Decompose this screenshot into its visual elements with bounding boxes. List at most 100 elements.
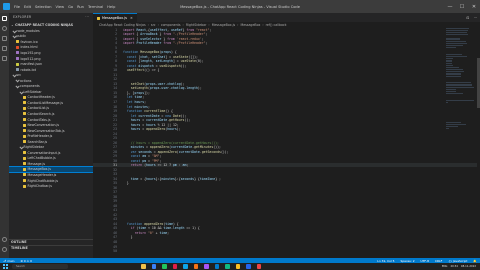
code-line[interactable]: 50 <box>93 249 480 254</box>
minimap-line <box>446 27 469 29</box>
timeline-section[interactable]: TIMELINE <box>9 244 93 251</box>
chevron-icon <box>11 34 16 39</box>
status-encoding[interactable]: UTF-8 <box>421 259 429 263</box>
breadcrumb-item[interactable]: ChatApp React Coding Ninjas <box>99 23 146 27</box>
taskbar-app-icon[interactable] <box>214 264 219 269</box>
minimap-line <box>446 64 453 66</box>
menu-help[interactable]: Help <box>107 5 115 9</box>
explorer-icon[interactable] <box>0 13 9 23</box>
breadcrumb-item[interactable]: MessageBox.js <box>212 23 235 27</box>
search-icon[interactable] <box>0 23 9 33</box>
code-text: } <box>123 235 133 240</box>
tree-file[interactable]: RightChatbar.js <box>9 183 93 189</box>
breadcrumb-separator-icon: › <box>157 22 159 27</box>
menu-terminal[interactable]: Terminal <box>88 5 103 9</box>
minimap-line <box>446 60 452 62</box>
tree-item-label: MessageHeader.js <box>27 172 57 177</box>
menu-selection[interactable]: Selection <box>35 5 52 9</box>
taskbar-app-icon[interactable] <box>183 264 188 269</box>
tab-close-icon[interactable]: × <box>130 16 133 20</box>
breadcrumb-item[interactable]: ref() callback <box>266 23 287 27</box>
line-number: 9 <box>115 63 117 68</box>
tree-item-label: logo512.png <box>20 56 41 61</box>
status-branch[interactable]: ⎇ main <box>3 259 14 263</box>
tree-item-label: node_modules <box>16 28 40 33</box>
menu-edit[interactable]: Edit <box>24 5 31 9</box>
minimap-line <box>446 99 474 101</box>
menu-run[interactable]: Run <box>77 5 84 9</box>
windows-taskbar: Search ENG 20:34 08-11-2022 <box>0 263 480 270</box>
breadcrumb-item[interactable]: RightSidebar <box>186 23 207 27</box>
taskbar-app-icon[interactable] <box>204 264 209 269</box>
windows-start-icon[interactable] <box>3 264 8 269</box>
tab-messagebox[interactable]: MessageBox.js × <box>93 13 137 22</box>
breadcrumb-item[interactable]: MessageBox <box>240 23 260 27</box>
code-text: let minutes; <box>126 104 150 109</box>
explorer-more-icon[interactable]: ··· <box>85 15 89 19</box>
settings-gear-icon[interactable] <box>0 244 9 254</box>
taskbar-app-icon[interactable] <box>151 264 156 269</box>
code-text: let time; <box>126 95 145 100</box>
status-eol[interactable]: CRLF <box>435 259 442 263</box>
tray-date[interactable]: 08-11-2022 <box>461 265 476 268</box>
line-number: 15 <box>113 90 117 95</box>
breadcrumb-separator-icon: › <box>208 22 210 27</box>
tree-item-label: RightSidebar <box>23 145 45 150</box>
code-editor[interactable]: 1 import React,{useEffect, useRef} from "… <box>93 28 480 258</box>
line-number: 12 <box>113 77 117 82</box>
file-type-icon <box>23 179 26 183</box>
line-number: 7 <box>115 54 117 59</box>
status-indentation[interactable]: Spaces: 2 <box>401 259 415 263</box>
taskbar-app-icon[interactable] <box>256 264 261 269</box>
taskbar-app-icon[interactable] <box>172 264 177 269</box>
explorer-title: EXPLORER <box>13 15 32 19</box>
line-number: 20 <box>113 113 117 118</box>
breadcrumb-item[interactable]: src <box>151 23 156 27</box>
code-text: if (time < 10 && time.length == 1) { <box>130 226 200 231</box>
window-title: MessageBox.js - ChatApp React Coding Nin… <box>180 4 300 9</box>
minimize-button[interactable]: — <box>444 0 456 13</box>
line-number: 4 <box>115 41 117 46</box>
tray-language[interactable]: ENG <box>442 265 448 268</box>
file-type-icon <box>23 151 26 155</box>
menu-go[interactable]: Go <box>68 5 73 9</box>
editor-actions: ⊡ ··· <box>463 13 477 22</box>
taskbar-search[interactable]: Search <box>12 264 68 269</box>
account-icon[interactable] <box>0 234 9 244</box>
line-number: 36 <box>113 185 117 190</box>
minimap-line <box>446 82 471 84</box>
file-type-icon <box>23 101 26 105</box>
line-number: 48 <box>113 239 117 244</box>
menu-file[interactable]: File <box>14 5 20 9</box>
tree-item-label: robots.txt <box>20 67 36 72</box>
taskbar-app-icon[interactable] <box>141 264 146 269</box>
minimap[interactable] <box>446 27 476 258</box>
minimap-line <box>446 125 458 128</box>
extensions-icon[interactable] <box>0 53 9 63</box>
menu-view[interactable]: View <box>56 5 65 9</box>
taskbar-app-icon[interactable] <box>225 264 230 269</box>
tray-time[interactable]: 20:34 <box>450 265 457 268</box>
run-debug-icon[interactable] <box>0 43 9 53</box>
code-text: function MessageBox(props) { <box>123 50 177 55</box>
status-problems[interactable]: ⊗ 0 ⚠ 0 <box>20 259 31 263</box>
taskbar-app-icon[interactable] <box>162 264 167 269</box>
taskbar-app-icon[interactable] <box>246 264 251 269</box>
close-window-button[interactable]: ✕ <box>468 0 480 13</box>
tree-item-label: ProfileHeader.js <box>27 134 53 139</box>
taskbar-app-icon[interactable] <box>193 264 198 269</box>
status-language[interactable]: {} JavaScript <box>448 259 467 263</box>
split-editor-icon[interactable]: ⊡ <box>467 16 470 20</box>
maximize-button[interactable]: ☐ <box>456 0 468 13</box>
code-text: import { useSelector } from 'react-redux… <box>123 36 204 41</box>
taskbar-app-icon[interactable] <box>235 264 240 269</box>
more-actions-icon[interactable]: ··· <box>474 16 477 20</box>
tree-item-label: components <box>20 84 40 89</box>
breadcrumb-item[interactable]: components <box>161 23 181 27</box>
project-folder-header[interactable]: ⌄ CHATAPP REACT CODING NINJAS <box>9 21 93 28</box>
notifications-bell-icon[interactable]: 🔔 <box>473 259 477 263</box>
line-number: 35 <box>113 181 117 186</box>
status-cursor-position[interactable]: Ln 31, Col 5 <box>377 259 394 263</box>
minimap-line <box>446 69 463 71</box>
source-control-icon[interactable] <box>0 33 9 43</box>
